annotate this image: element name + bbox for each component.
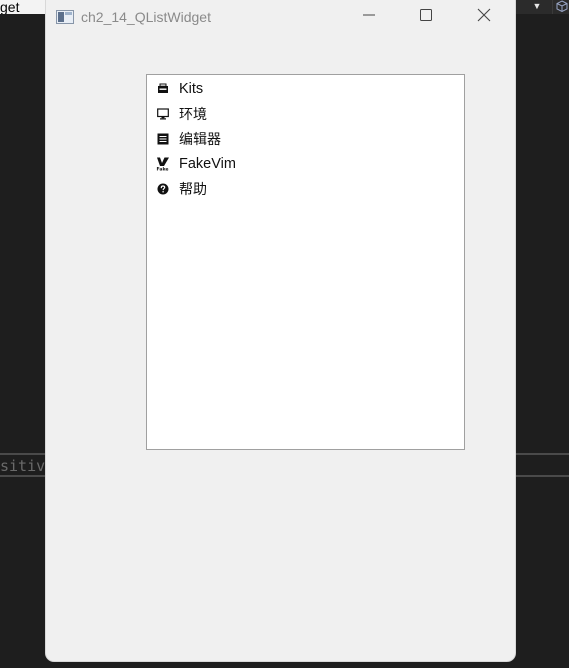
list-item-label: 环境 [179,106,207,123]
kits-icon [156,82,170,96]
background-dropdown-arrow-icon: ▼ [532,1,542,11]
maximize-button[interactable] [403,0,449,34]
list-item-label: 编辑器 [179,131,221,148]
background-tab: get [0,0,46,14]
list-item-help[interactable]: 帮助 [147,176,464,201]
list-item-kits[interactable]: Kits [147,76,464,101]
minimize-icon [363,8,375,26]
close-icon [477,8,491,27]
maximize-icon [420,8,432,26]
background-code-text: sitiv [0,457,46,475]
background-cube-icon [552,0,569,14]
list-item-fakevim[interactable]: Fake FakeVim [147,151,464,176]
qt-window-icon [56,10,74,24]
minimize-button[interactable] [346,0,392,34]
app-window: ch2_14_QListWidget Kits 环境 编辑器 Fake Fake… [46,0,515,661]
list-widget[interactable]: Kits 环境 编辑器 Fake FakeVim 帮助 [146,74,465,450]
background-tab-label: get [0,0,20,14]
close-button[interactable] [461,0,507,34]
list-item-label: Kits [179,80,204,97]
list-item-label: 帮助 [179,181,207,198]
window-title: ch2_14_QListWidget [81,9,211,25]
svg-text:Fake: Fake [157,166,169,170]
editor-icon [156,132,170,146]
monitor-icon [156,107,170,121]
list-item-environment[interactable]: 环境 [147,101,464,126]
list-item-label: FakeVim [179,155,236,172]
fakevim-icon: Fake [156,157,170,171]
title-bar[interactable]: ch2_14_QListWidget [46,0,515,34]
list-item-editor[interactable]: 编辑器 [147,126,464,151]
help-icon [156,182,170,196]
